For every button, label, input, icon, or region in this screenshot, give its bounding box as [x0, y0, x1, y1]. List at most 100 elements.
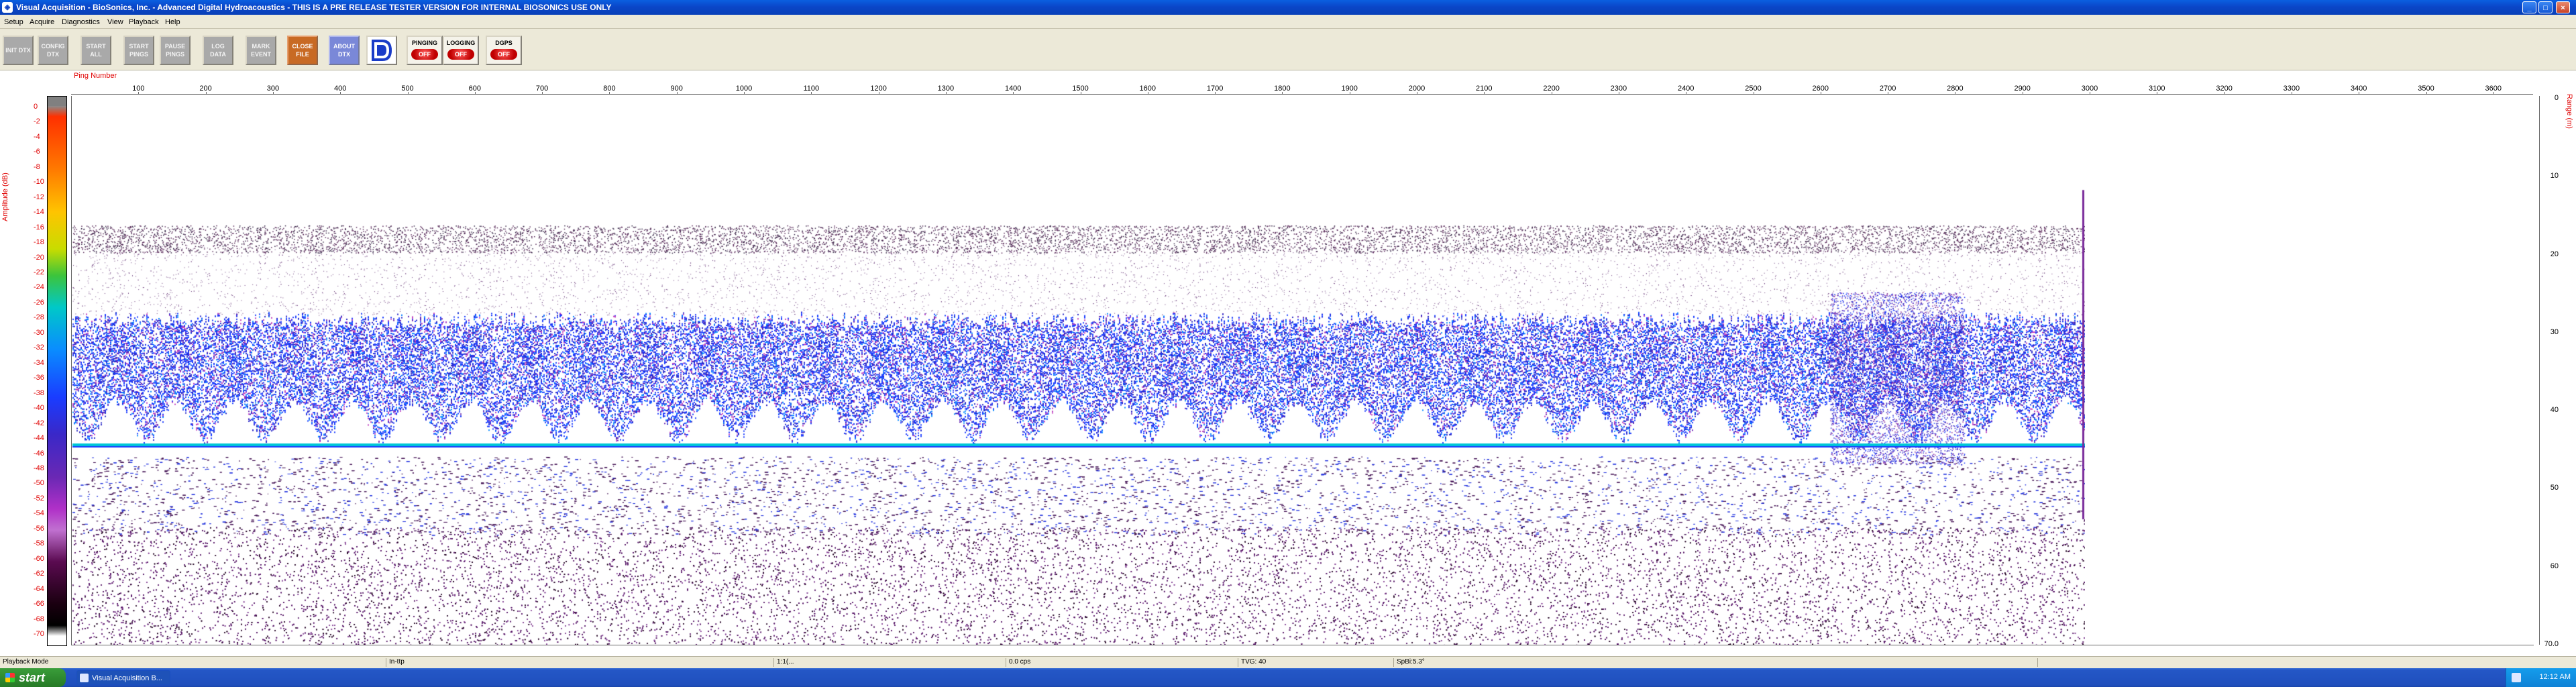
about-dtx-button[interactable]: ABOUT DTX	[329, 36, 360, 65]
echogram-canvas[interactable]	[72, 96, 2085, 645]
amplitude-tick-label: -42	[34, 419, 44, 427]
task-visual-acquisition[interactable]: Visual Acquisition B...	[76, 670, 170, 685]
amplitude-tick-label: -52	[34, 494, 44, 503]
ping-tick-mark	[2493, 92, 2494, 95]
app-window-icon	[80, 674, 89, 682]
close-button[interactable]: ×	[2556, 1, 2570, 13]
amplitude-tick-label: -68	[34, 615, 44, 623]
amplitude-tick-label: -46	[34, 449, 44, 458]
amplitude-tick-label: -32	[34, 344, 44, 352]
mark-event-button[interactable]: MARK EVENT	[246, 36, 276, 65]
start-button[interactable]: start	[0, 668, 66, 687]
pause-pings-button[interactable]: PAUSE PINGS	[160, 36, 191, 65]
amplitude-tick-label: -66	[34, 600, 44, 609]
ping-ruler[interactable]: 100 200 300 400 500 600 700 800 900 1000 1100 1200 1…	[71, 79, 2533, 95]
amplitude-axis-title-wrap: Amplitude (dB)	[1, 154, 11, 221]
system-tray: 12:12 AM	[2506, 668, 2576, 687]
network-icon[interactable]	[2512, 673, 2521, 682]
taskbar: start Visual Acquisition B... 12:12 AM	[0, 668, 2576, 687]
windows-flag-icon	[5, 673, 15, 682]
ping-tick-mark	[2426, 92, 2427, 95]
menu-playback[interactable]: Playback	[129, 18, 159, 26]
amplitude-tick-label: -60	[34, 554, 44, 563]
amplitude-tick-label: -10	[34, 178, 44, 187]
start-pings-button[interactable]: START PINGS	[123, 36, 154, 65]
toolbar: INIT DTX CONFIG DTX START ALL START PING…	[0, 29, 2576, 70]
status-file: In-ttp	[386, 658, 774, 667]
range-tick-label: 10	[2550, 172, 2559, 180]
ping-tick-mark	[340, 92, 341, 95]
start-all-button[interactable]: START ALL	[80, 36, 111, 65]
close-file-button[interactable]: CLOSE FILE	[287, 36, 318, 65]
range-axis-title: Range (m)	[2565, 94, 2573, 129]
amplitude-tick-label: -64	[34, 584, 44, 593]
ping-tick-mark	[1013, 92, 1014, 95]
ping-tick-mark	[1282, 92, 1283, 95]
amplitude-axis-title: Amplitude (dB)	[1, 172, 9, 221]
menu-setup[interactable]: Setup	[4, 18, 23, 26]
tray-clock: 12:12 AM	[2539, 673, 2571, 681]
colorbar-cap	[48, 97, 66, 106]
amplitude-tick-label: -56	[34, 524, 44, 533]
amplitude-tick-label: -62	[34, 570, 44, 578]
amplitude-tick-label: -54	[34, 509, 44, 518]
amplitude-tick-label: -44	[34, 434, 44, 443]
title-bar: ◈ Visual Acquisition - BioSonics, Inc. -…	[0, 0, 2576, 15]
minimize-button[interactable]: _	[2522, 1, 2536, 13]
ping-tick-mark	[811, 92, 812, 95]
ping-tick-mark	[205, 92, 207, 95]
menu-help[interactable]: Help	[165, 18, 180, 26]
range-tick-label: 20	[2550, 250, 2559, 258]
amplitude-tick-label: -16	[34, 223, 44, 231]
ping-tick-mark	[676, 92, 678, 95]
amplitude-tick-label: -26	[34, 298, 44, 307]
menu-acquire[interactable]: Acquire	[30, 18, 54, 26]
range-tick-label: 70.0	[2544, 640, 2559, 648]
status-beam: SpBi:5.3°	[1394, 658, 2038, 667]
menu-diagnostics[interactable]: Diagnostics	[62, 18, 100, 26]
amplitude-tick-label: -2	[34, 117, 40, 126]
menu-view[interactable]: View	[107, 18, 123, 26]
init-dtx-button[interactable]: INIT DTX	[3, 36, 34, 65]
range-tick-label: 0	[2554, 94, 2559, 102]
range-axis-line	[2539, 96, 2540, 645]
logging-indicator: LOGGING OFF	[443, 36, 479, 65]
amplitude-tick-label: -6	[34, 148, 40, 156]
start-label: start	[19, 671, 46, 684]
amplitude-tick-label: -28	[34, 313, 44, 322]
amplitude-tick-label: -12	[34, 193, 44, 201]
ping-tick-mark	[1215, 92, 1216, 95]
dgps-indicator: DGPS OFF	[486, 36, 522, 65]
pinging-off-lamp: OFF	[411, 49, 438, 60]
amplitude-tick-label: -30	[34, 328, 44, 337]
biosonics-logo-icon[interactable]	[366, 36, 397, 65]
log-data-button[interactable]: LOG DATA	[203, 36, 233, 65]
status-cps: 0.0 cps	[1006, 658, 1238, 667]
amplitude-colorbar	[47, 96, 67, 646]
ping-tick-mark	[744, 92, 745, 95]
amplitude-tick-label: -22	[34, 268, 44, 277]
amplitude-tick-label: -50	[34, 479, 44, 488]
pinging-indicator: PINGING OFF	[407, 36, 443, 65]
menu-bar: Setup Acquire Diagnostics View Playback …	[0, 15, 2576, 29]
task-label-2: B...	[151, 674, 162, 682]
range-tick-label: 40	[2550, 406, 2559, 415]
status-mode: Playback Mode	[0, 658, 386, 667]
config-dtx-button[interactable]: CONFIG DTX	[38, 36, 68, 65]
amplitude-tick-label: -4	[34, 132, 40, 141]
maximize-button[interactable]: □	[2538, 1, 2553, 13]
ping-tick-mark	[542, 92, 543, 95]
status-bar: Playback Mode In-ttp 1:1(... 0.0 cps TVG…	[0, 656, 2576, 668]
task-label-1: Visual Acquisition	[92, 674, 150, 682]
window-title: Visual Acquisition - BioSonics, Inc. - A…	[16, 3, 612, 12]
amplitude-tick-label: -36	[34, 374, 44, 382]
ping-tick-mark	[474, 92, 476, 95]
range-tick-label: 30	[2550, 327, 2559, 336]
logging-off-lamp: OFF	[447, 49, 474, 60]
ping-tick-mark	[272, 92, 274, 95]
amplitude-tick-label: -70	[34, 630, 44, 638]
app-icon: ◈	[2, 2, 13, 13]
range-tick-label: 50	[2550, 484, 2559, 492]
ping-tick-mark	[609, 92, 610, 95]
amplitude-tick-label: -20	[34, 253, 44, 262]
